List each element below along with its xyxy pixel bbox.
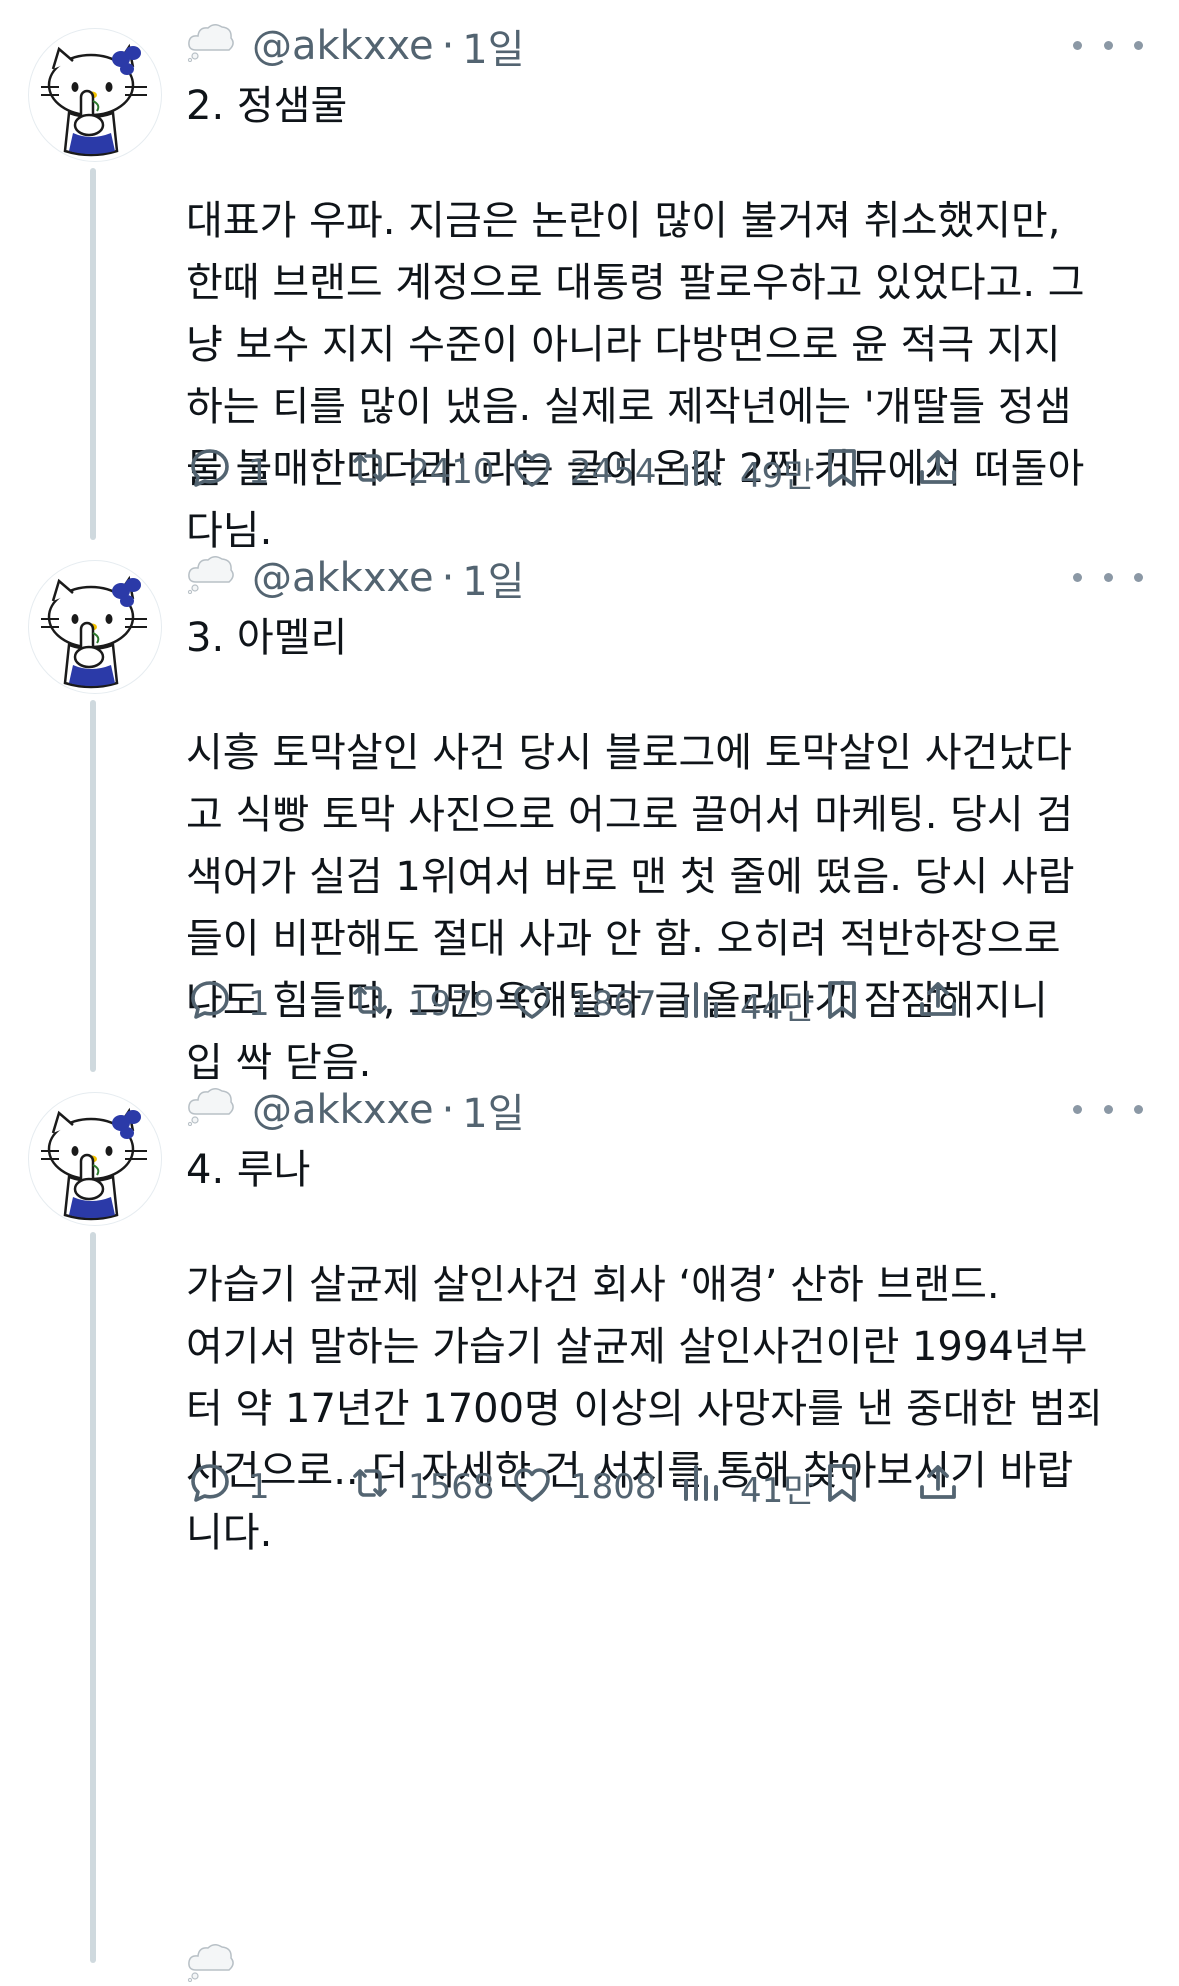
more-icon[interactable] [1073,20,1143,70]
reply-count: 1 [248,984,270,1024]
bookmark-icon [818,1459,866,1516]
bookmark-button[interactable] [818,974,866,1034]
reply-count: 1 [248,452,270,492]
tweet-body-line: 터 약 17년간 1700명 이상의 사망자를 낸 중대한 범죄 [186,1386,1103,1432]
share-button[interactable] [914,974,962,1034]
user-handle[interactable]: @akkxxe [252,23,434,69]
tweet-header: @akkxxe · 1일 [186,550,525,606]
avatar[interactable] [28,28,162,162]
heart-icon [508,444,570,501]
bookmark-icon [818,976,866,1033]
tweet-actions: 1 1979 1867 44만 [186,974,1146,1034]
views-count: 41만 [740,1470,815,1511]
tweet-body-line: 대표가 우파. 지금은 논란이 많이 불거져 취소했지만, [186,198,1061,244]
retweet-count: 1568 [408,1467,495,1507]
views-button[interactable]: 49만 [678,442,815,502]
tweet-body: 시흥 토막살인 사건 당시 블로그에 토막살인 사건났다고 식빵 토막 사진으로… [186,722,1136,1094]
share-button[interactable] [914,1457,962,1517]
tweet-actions: 1 2410 2454 49만 [186,442,1146,502]
thread-connector-line [90,700,96,1072]
retweet-button[interactable]: 1568 [346,1457,495,1517]
reply-count: 1 [248,1467,270,1507]
display-name-emoji-icon [186,1084,252,1136]
reply-button[interactable]: 1 [186,974,270,1034]
thread-connector-line [90,1232,96,1963]
separator-dot: · [441,1087,455,1133]
views-icon [678,976,740,1033]
tweet-body-line: 가습기 살균제 살인사건 회사 ‘애경’ 산하 브랜드. [186,1262,1000,1308]
heart-icon [508,976,570,1033]
thread-connector-line [90,168,96,540]
tweet[interactable]: @akkxxe · 1일 4. 루나가습기 살균제 살인사건 회사 ‘애경’ 산… [0,1064,1179,1963]
retweet-icon [346,976,408,1033]
display-name-emoji-icon [186,552,252,604]
tweet-body-line: 여기서 말하는 가습기 살균제 살인사건이란 1994년부 [186,1324,1088,1370]
retweet-icon [346,1459,408,1516]
tweet-body-line: 들이 비판해도 절대 사과 안 함. 오히려 적반하장으로 [186,916,1061,962]
more-icon[interactable] [1073,1084,1143,1134]
timestamp[interactable]: 1일 [462,17,524,75]
views-button[interactable]: 41만 [678,1457,815,1517]
user-handle[interactable]: @akkxxe [252,1087,434,1133]
tweet[interactable]: @akkxxe · 1일 3. 아멜리시흥 토막살인 사건 당시 블로그에 토막… [0,532,1179,1086]
heart-icon [508,1459,570,1516]
views-icon [678,444,740,501]
reply-button[interactable]: 1 [186,1457,270,1517]
retweet-button[interactable]: 1979 [346,974,495,1034]
tweet-body-line: 한때 브랜드 계정으로 대통령 팔로우하고 있었다고. 그 [186,260,1085,306]
retweet-button[interactable]: 2410 [346,442,495,502]
share-icon [914,976,962,1033]
tweet-header: @akkxxe · 1일 [186,1082,525,1138]
timestamp[interactable]: 1일 [462,1081,524,1139]
share-icon [914,1459,962,1516]
views-button[interactable]: 44만 [678,974,815,1034]
next-tweet-emoji-icon [186,1940,234,1983]
tweet-body-line: 고 식빵 토막 사진으로 어그로 끌어서 마케팅. 당시 검 [186,792,1074,838]
timestamp[interactable]: 1일 [462,549,524,607]
views-icon [678,1459,740,1516]
bookmark-button[interactable] [818,442,866,502]
tweet-body-line: 색어가 실검 1위여서 바로 맨 첫 줄에 떴음. 당시 사람 [186,854,1075,900]
reply-icon [186,444,248,501]
share-button[interactable] [914,442,962,502]
retweet-count: 1979 [408,984,495,1024]
tweet-title: 4. 루나 [186,1147,311,1193]
display-name-emoji-icon [186,20,252,72]
tweet-body-line: 냥 보수 지지 수준이 아니라 다방면으로 윤 적극 지지 [186,322,1061,368]
tweet-header: @akkxxe · 1일 [186,18,525,74]
bookmark-button[interactable] [818,1457,866,1517]
separator-dot: · [441,23,455,69]
tweet-title: 3. 아멜리 [186,615,348,661]
reply-button[interactable]: 1 [186,442,270,502]
reply-icon [186,976,248,1033]
tweet-actions: 1 1568 1808 41만 [186,1457,1146,1517]
like-button[interactable]: 1867 [508,974,657,1034]
avatar[interactable] [28,560,162,694]
like-count: 1808 [570,1467,657,1507]
tweet-body-line: 하는 티를 많이 냈음. 실제로 제작년에는 '개딸들 정샘 [186,384,1072,430]
reply-icon [186,1459,248,1516]
more-icon[interactable] [1073,552,1143,602]
tweet-body: 가습기 살균제 살인사건 회사 ‘애경’ 산하 브랜드. 여기서 말하는 가습기 … [186,1254,1136,1564]
like-button[interactable]: 1808 [508,1457,657,1517]
like-count: 1867 [570,984,657,1024]
tweet-body: 대표가 우파. 지금은 논란이 많이 불거져 취소했지만, 한때 브랜드 계정으로… [186,190,1136,562]
tweet-body-line: 시흥 토막살인 사건 당시 블로그에 토막살인 사건났다 [186,730,1072,776]
separator-dot: · [441,555,455,601]
share-icon [914,444,962,501]
avatar[interactable] [28,1092,162,1226]
tweet[interactable]: @akkxxe · 1일 2. 정샘물대표가 우파. 지금은 논란이 많이 불거… [0,0,1179,554]
tweet-title: 2. 정샘물 [186,83,348,129]
retweet-count: 2410 [408,452,495,492]
user-handle[interactable]: @akkxxe [252,555,434,601]
views-count: 49만 [740,455,815,496]
views-count: 44만 [740,987,815,1028]
bookmark-icon [818,444,866,501]
like-button[interactable]: 2454 [508,442,657,502]
like-count: 2454 [570,452,657,492]
retweet-icon [346,444,408,501]
